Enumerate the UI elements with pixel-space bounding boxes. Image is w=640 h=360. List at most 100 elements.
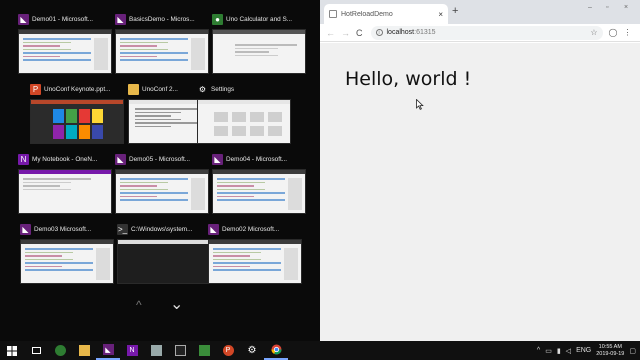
page-favicon-icon <box>329 10 337 18</box>
new-tab-button[interactable]: + <box>452 5 458 17</box>
window-tile-header: >_ C:\Windows\system... <box>117 222 211 236</box>
volume-icon[interactable]: ◁ <box>566 347 571 355</box>
taskbar-powerpoint[interactable]: P <box>216 341 240 360</box>
window-thumbnail <box>115 29 209 74</box>
show-hidden-icons-icon[interactable]: ^ <box>537 347 540 354</box>
chrome-icon <box>271 344 281 355</box>
task-view: ◣ Demo01 - Microsoft... ◣ BasicsDemo - M… <box>0 0 320 341</box>
window-tile[interactable]: ◣ Demo04 - Microsoft... <box>212 152 306 214</box>
window-tile[interactable]: ◣ Demo02 Microsoft... <box>208 222 302 284</box>
notifications-icon[interactable]: ▢ <box>629 347 636 355</box>
window-tile[interactable]: >_ C:\Windows\system... <box>117 222 211 284</box>
window-tile-title: Demo03 Microsoft... <box>34 225 92 233</box>
window-tile[interactable]: ⚙ Settings <box>197 82 291 144</box>
window-tile-title: My Notebook - OneN... <box>32 155 98 163</box>
folder-icon <box>128 83 139 95</box>
onenote-icon: N <box>18 153 29 165</box>
taskbar: ◣ N P ⚙ ^ ▭ ▮ ◁ ENG 10:55 AM 2019-09-19 … <box>0 341 640 360</box>
window-tile-title: Demo01 - Microsoft... <box>32 15 94 23</box>
window-tile-title: BasicsDemo - Micros... <box>129 15 195 23</box>
onenote-icon: N <box>126 345 138 356</box>
forward-icon[interactable]: → <box>341 28 350 38</box>
window-tile-header: ◣ Demo03 Microsoft... <box>20 222 114 236</box>
window-tile[interactable]: ◣ Demo03 Microsoft... <box>20 222 114 284</box>
visual-studio-icon: ◣ <box>115 13 126 25</box>
close-window-button[interactable]: × <box>624 4 628 11</box>
app-icon <box>150 345 162 356</box>
menu-icon[interactable]: ⋮ <box>623 28 631 37</box>
taskbar-terminal[interactable] <box>168 341 192 360</box>
taskbar-onenote[interactable]: N <box>120 341 144 360</box>
back-icon[interactable]: ← <box>326 28 335 38</box>
url-port: :61315 <box>414 29 436 36</box>
uno-icon: ● <box>212 13 223 25</box>
window-thumbnail <box>212 169 306 214</box>
battery-icon[interactable]: ▮ <box>557 347 561 355</box>
visual-studio-icon: ◣ <box>18 13 29 25</box>
system-tray: ^ ▭ ▮ ◁ ENG 10:55 AM 2019-09-19 ▢ <box>537 344 640 358</box>
windows-logo-icon <box>7 345 17 356</box>
start-button[interactable] <box>0 341 24 360</box>
browser-tab[interactable]: HotReloadDemo × <box>324 4 448 24</box>
visual-studio-icon: ◣ <box>20 223 31 235</box>
page-content: Hello, world ! <box>320 43 640 341</box>
window-tile[interactable]: ◣ Demo05 - Microsoft... <box>115 152 209 214</box>
clock-time: 10:55 AM <box>598 343 622 350</box>
gear-icon: ⚙ <box>198 84 207 94</box>
terminal-icon <box>174 345 186 356</box>
window-tile-header: N My Notebook - OneN... <box>18 152 112 166</box>
task-view-button[interactable] <box>24 341 48 360</box>
url-text: localhost:61315 <box>387 29 587 36</box>
browser-window: HotReloadDemo × + – ▫ × ← → C i localhos… <box>320 0 640 341</box>
page-heading: Hello, world ! <box>345 68 472 90</box>
window-tile[interactable]: ◣ Demo01 - Microsoft... <box>18 12 112 74</box>
window-thumbnail <box>212 29 306 74</box>
window-tile[interactable]: ◣ BasicsDemo - Micros... <box>115 12 209 74</box>
taskbar-chrome[interactable] <box>264 341 288 360</box>
taskbar-explorer[interactable] <box>72 341 96 360</box>
reload-icon[interactable]: C <box>356 28 363 38</box>
minimize-button[interactable]: – <box>588 4 592 11</box>
notes-icon <box>198 345 210 356</box>
scroll-up-chevron-icon[interactable]: ^ <box>136 298 142 312</box>
window-thumbnail <box>115 169 209 214</box>
uno-icon <box>54 345 66 356</box>
restore-button[interactable]: ▫ <box>606 4 608 11</box>
taskbar-visual-studio[interactable]: ◣ <box>96 341 120 360</box>
tab-close-icon[interactable]: × <box>438 10 443 19</box>
scroll-down-chevron-icon[interactable]: ⌄ <box>170 294 183 314</box>
desktop: ◣ Demo01 - Microsoft... ◣ BasicsDemo - M… <box>0 0 640 360</box>
window-thumbnail <box>18 169 112 214</box>
window-thumbnail <box>117 239 211 284</box>
window-tile[interactable]: ● Uno Calculator and S... <box>212 12 306 74</box>
address-bar[interactable]: i localhost:61315 ☆ <box>370 25 603 40</box>
powerpoint-icon: P <box>222 345 234 356</box>
window-tile-title: C:\Windows\system... <box>131 225 193 233</box>
profile-icon[interactable]: ◯ <box>609 28 618 37</box>
window-thumbnail <box>20 239 114 284</box>
window-thumbnail <box>18 29 112 74</box>
visual-studio-icon: ◣ <box>208 223 219 235</box>
cmd-icon: >_ <box>117 223 128 235</box>
window-tile-header: ● Uno Calculator and S... <box>212 12 306 26</box>
taskbar-notes[interactable] <box>192 341 216 360</box>
window-tile-header: P UnoConf Keynote.ppt... <box>30 82 124 96</box>
window-tile-title: Settings <box>211 85 235 93</box>
visual-studio-icon: ◣ <box>115 153 126 165</box>
window-tile-header: ◣ BasicsDemo - Micros... <box>115 12 209 26</box>
window-tile-title: Demo04 - Microsoft... <box>226 155 288 163</box>
site-info-icon[interactable]: i <box>375 29 383 36</box>
taskbar-settings[interactable]: ⚙ <box>240 341 264 360</box>
mouse-cursor-icon <box>416 99 424 110</box>
window-tile[interactable]: N My Notebook - OneN... <box>18 152 112 214</box>
language-indicator[interactable]: ENG <box>576 347 591 354</box>
window-tile[interactable]: P UnoConf Keynote.ppt... <box>30 82 124 144</box>
network-icon[interactable]: ▭ <box>545 347 552 355</box>
window-tile-title: UnoConf 2... <box>142 85 178 93</box>
taskbar-uno-app[interactable] <box>48 341 72 360</box>
taskbar-app[interactable] <box>144 341 168 360</box>
window-tile-title: Demo05 - Microsoft... <box>129 155 191 163</box>
bookmark-star-icon[interactable]: ☆ <box>590 28 597 37</box>
clock[interactable]: 10:55 AM 2019-09-19 <box>596 344 624 358</box>
gear-icon: ⚙ <box>247 345 257 356</box>
